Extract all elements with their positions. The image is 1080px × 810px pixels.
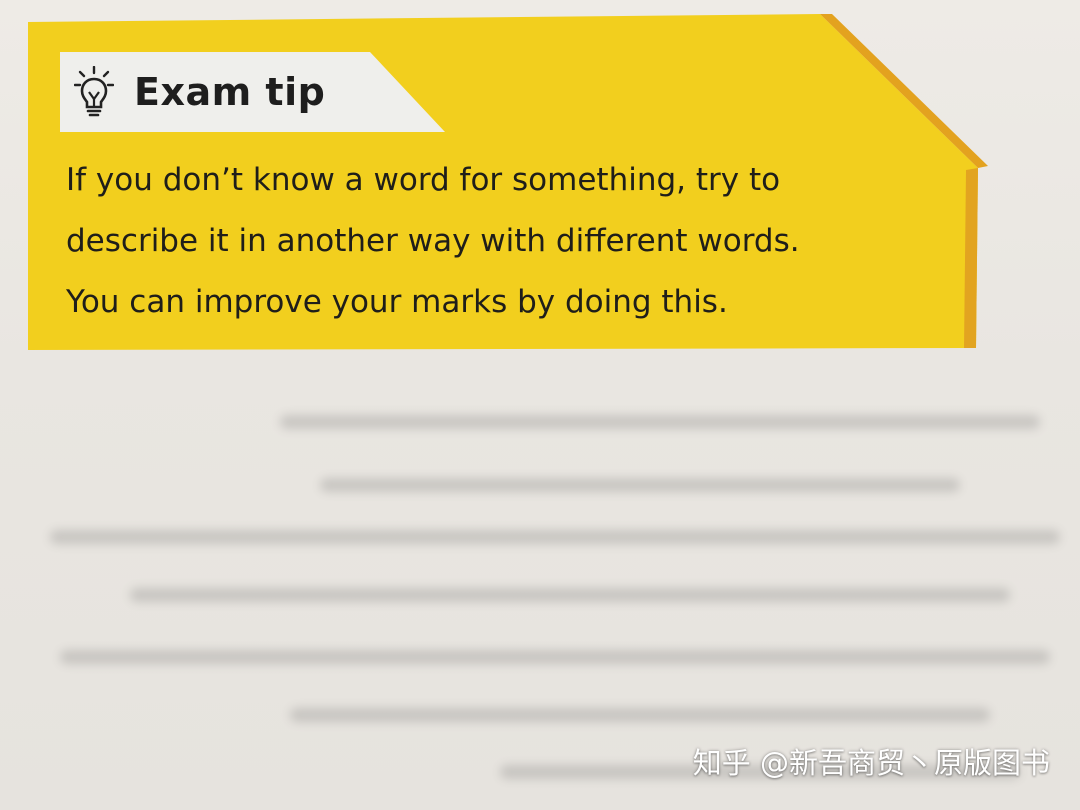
exam-tip-header: Exam tip [60, 52, 445, 132]
tip-line-3: You can improve your marks by doing this… [66, 284, 728, 320]
exam-tip-box: Exam tip If you don’t know a word for so… [0, 0, 1080, 360]
source-watermark: 知乎 @新吾商贸丶原版图书 [692, 746, 1050, 780]
tip-line-2: describe it in another way with differen… [66, 223, 800, 259]
book-page: Exam tip If you don’t know a word for so… [0, 0, 1080, 810]
exam-tip-title: Exam tip [134, 70, 326, 114]
tip-line-1: If you don’t know a word for something, … [66, 162, 781, 198]
lightbulb-icon [74, 66, 114, 117]
exam-tip-body: If you don’t know a word for something, … [66, 150, 946, 333]
